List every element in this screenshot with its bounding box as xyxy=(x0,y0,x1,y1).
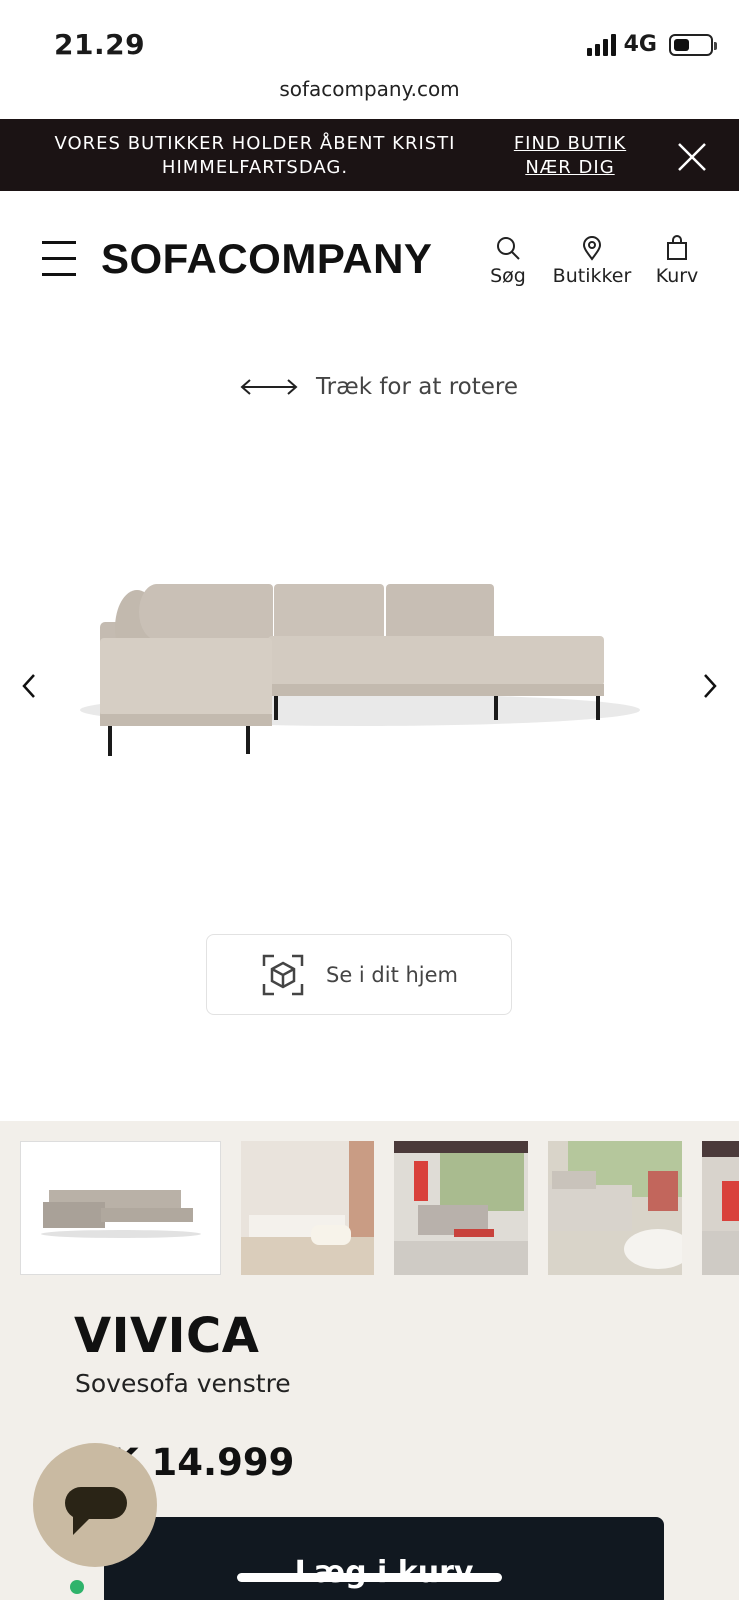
chat-icon xyxy=(65,1487,127,1535)
gallery-thumbnail[interactable] xyxy=(548,1141,682,1275)
nav-search[interactable]: Søg xyxy=(488,235,528,287)
site-logo[interactable]: SOFACOMPANY xyxy=(101,235,432,283)
status-time: 21.29 xyxy=(54,28,146,61)
signal-icon xyxy=(586,33,616,56)
site-header: SOFACOMPANY Søg Butikker Kurv xyxy=(0,191,739,301)
product-3d-view[interactable] xyxy=(60,560,660,790)
add-to-cart-button[interactable]: Læg i kurv xyxy=(104,1517,664,1600)
nav-cart[interactable]: Kurv xyxy=(654,235,700,287)
location-pin-icon xyxy=(582,236,602,261)
status-indicators: 4G xyxy=(586,32,717,57)
menu-icon[interactable] xyxy=(42,241,76,276)
network-type: 4G xyxy=(623,32,657,57)
gallery-thumbnail[interactable] xyxy=(20,1141,221,1275)
chevron-right-icon[interactable] xyxy=(697,672,721,700)
room-photo-thumbnail xyxy=(394,1141,528,1275)
chat-button[interactable] xyxy=(33,1443,157,1567)
announcement-banner: VORES BUTIKKER HOLDER ÅBENT KRISTI HIMME… xyxy=(0,119,739,191)
battery-fill xyxy=(674,38,689,51)
status-bar: 21.29 4G sofacompany.com xyxy=(0,0,739,116)
product-subtitle: Sovesofa venstre xyxy=(75,1369,291,1398)
sofa-thumbnail-image xyxy=(41,1190,201,1238)
close-icon[interactable] xyxy=(676,141,708,173)
ar-cube-icon xyxy=(262,954,304,995)
rotate-hint: Træk for at rotere xyxy=(240,374,518,400)
view-in-home-button[interactable]: Se i dit hjem xyxy=(206,934,512,1015)
rotate-arrows-icon xyxy=(240,379,298,395)
find-store-link[interactable]: FIND BUTIK NÆR DIG xyxy=(500,132,640,180)
room-photo-thumbnail xyxy=(241,1141,374,1275)
shopping-bag-icon xyxy=(667,235,687,260)
banner-text: VORES BUTIKKER HOLDER ÅBENT KRISTI HIMME… xyxy=(54,133,456,178)
nav-stores[interactable]: Butikker xyxy=(550,235,634,287)
battery-icon xyxy=(669,33,717,56)
view-in-home-label: Se i dit hjem xyxy=(325,962,459,987)
search-icon xyxy=(497,237,520,260)
chevron-left-icon[interactable] xyxy=(18,672,42,700)
rotate-hint-text: Træk for at rotere xyxy=(316,374,518,400)
gallery-thumbnail[interactable] xyxy=(241,1141,374,1275)
product-name: VIVICA xyxy=(74,1308,260,1364)
room-photo-thumbnail xyxy=(548,1141,682,1269)
room-photo-thumbnail xyxy=(702,1141,739,1275)
gallery-thumbnail[interactable] xyxy=(394,1141,528,1275)
nav-cart-label: Kurv xyxy=(655,265,699,287)
home-indicator xyxy=(237,1573,502,1582)
gallery-thumbnail[interactable] xyxy=(702,1141,739,1275)
status-dot xyxy=(70,1580,84,1594)
nav-search-label: Søg xyxy=(490,265,526,287)
url-bar[interactable]: sofacompany.com xyxy=(0,77,739,101)
nav-stores-label: Butikker xyxy=(552,265,632,287)
